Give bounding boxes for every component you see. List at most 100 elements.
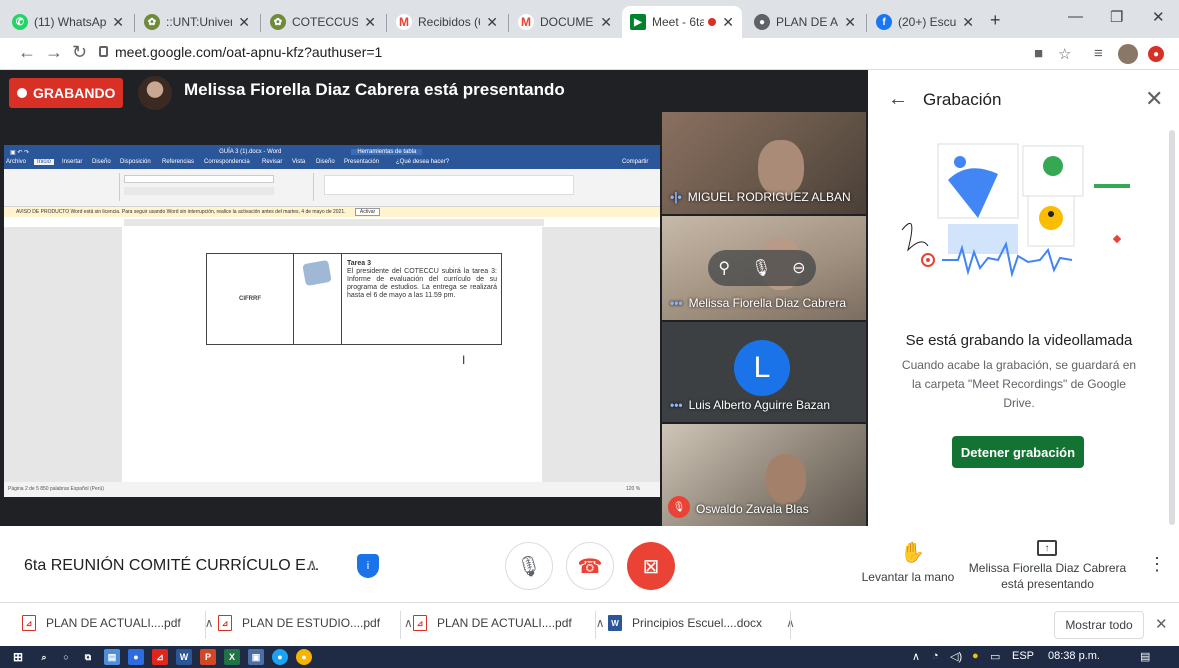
participant-tile[interactable]: L ••• Luis Alberto Aguirre Bazan (662, 322, 866, 422)
more-options-icon[interactable]: ⋮ (1148, 554, 1166, 575)
close-icon[interactable]: ✕ (486, 14, 498, 31)
raise-hand-label[interactable]: Levantar la mano (858, 570, 958, 584)
media-control-icon[interactable]: ≡ (1094, 45, 1103, 62)
url-field[interactable]: meet.google.com/oat-apnu-kfz?authuser=1 (115, 44, 382, 60)
close-icon[interactable]: ✕ (600, 14, 612, 31)
shield-icon[interactable]: i (357, 554, 379, 578)
back-arrow-icon[interactable]: ← (888, 88, 908, 111)
download-item[interactable]: ⊿ PLAN DE ACTUALI....pdf ∧ (22, 615, 214, 631)
browser-tab[interactable]: M DOCUMENTO ✕ (510, 6, 620, 38)
browser-tab[interactable]: ✿ COTECCUS 20. ✕ (262, 6, 384, 38)
windows-start-icon[interactable]: ⊞ (10, 649, 26, 665)
display-icon[interactable]: ▭ (990, 650, 1000, 663)
browser-tab[interactable]: ✆ (11) WhatsApp ✕ (4, 6, 132, 38)
download-item[interactable]: W Principios Escuel....docx ∧ (608, 615, 795, 631)
presenting-label[interactable]: Melissa Fiorella Diaz Cabrera está prese… (965, 560, 1130, 592)
show-all-button[interactable]: Mostrar todo (1054, 611, 1144, 639)
text-cursor-icon: I (462, 353, 466, 367)
download-item[interactable]: ⊿ PLAN DE ESTUDIO....pdf ∧ (218, 615, 413, 631)
search-icon[interactable]: ⌕ (36, 649, 52, 665)
tab-divider (134, 14, 135, 32)
close-icon[interactable]: ✕ (962, 14, 974, 31)
camera-icon[interactable]: ■ (1034, 45, 1043, 62)
participant-name: •|• MIGUEL RODRIGUEZ ALBAN (670, 190, 851, 204)
new-tab-button[interactable]: + (990, 10, 1001, 31)
close-icon[interactable]: ✕ (1145, 86, 1163, 112)
powerpoint-app-icon[interactable]: P (200, 649, 216, 665)
participant-tile[interactable]: 🎙︎ Oswaldo Zavala Blas (662, 424, 866, 526)
volume-icon[interactable]: ◁) (950, 650, 962, 663)
chevron-up-icon[interactable]: ∧ (205, 616, 214, 630)
microphone-button[interactable]: 🎙︎ (505, 542, 553, 590)
back-icon[interactable]: ← (18, 42, 36, 63)
word-table-cell (294, 254, 342, 344)
chat-app-icon[interactable]: ● (128, 649, 144, 665)
participant-tile[interactable]: ⚲ 🎙︎ ⊖ ••• Melissa Fiorella Diaz Cabrera (662, 216, 866, 320)
word-app-icon[interactable]: W (176, 649, 192, 665)
close-window-icon[interactable]: ✕ (1152, 8, 1165, 26)
download-item[interactable]: ⊿ PLAN DE ACTUALI....pdf ∧ (413, 615, 605, 631)
panel-heading: Se está grabando la videollamada (905, 332, 1133, 349)
leave-call-button[interactable]: ☎ (566, 542, 614, 590)
pin-icon[interactable]: ⚲ (718, 258, 730, 278)
participant-tile[interactable]: •|• MIGUEL RODRIGUEZ ALBAN (662, 112, 866, 214)
screen: ✆ (11) WhatsApp ✕ ✿ ::UNT:Universi ✕ ✿ C… (0, 0, 1179, 668)
pdf-reader-icon[interactable]: ⊿ (152, 649, 168, 665)
gmail-icon: M (396, 14, 412, 30)
file-explorer-icon[interactable]: ▤ (104, 649, 120, 665)
action-center-icon[interactable]: ▤ (1140, 650, 1150, 663)
close-icon[interactable]: ✕ (238, 14, 250, 31)
chevron-up-icon[interactable]: ∧ (404, 616, 413, 630)
chrome-app-icon[interactable]: ● (296, 649, 312, 665)
task-view-icon[interactable]: ⧉ (80, 649, 96, 665)
notification-app-icon[interactable]: ● (972, 650, 979, 662)
mic-off-icon: 🎙︎ (668, 496, 690, 518)
chevron-up-icon[interactable]: ∧ (596, 616, 605, 630)
minimize-icon[interactable]: — (1068, 8, 1083, 25)
close-icon[interactable]: ✕ (722, 14, 734, 31)
presenter-avatar (138, 76, 172, 110)
extension-icon[interactable]: ● (1148, 46, 1164, 62)
remove-icon[interactable]: ⊖ (792, 258, 805, 278)
bookmark-star-icon[interactable]: ☆ (1058, 45, 1071, 63)
unt-icon: ✿ (144, 14, 160, 30)
meet-icon: ▶ (630, 14, 646, 30)
browser-tab[interactable]: ● PLAN DE ACTU ✕ (746, 6, 864, 38)
chrome-app-icon[interactable]: ● (272, 649, 288, 665)
excel-app-icon[interactable]: X (224, 649, 240, 665)
close-icon[interactable]: ✕ (112, 14, 124, 31)
recording-panel: ← Grabación ✕ Se está grabando la videol… (868, 70, 1179, 530)
browser-tab-strip: ✆ (11) WhatsApp ✕ ✿ ::UNT:Universi ✕ ✿ C… (0, 0, 1179, 38)
language-indicator[interactable]: ESP (1012, 650, 1034, 662)
raise-hand-icon[interactable]: ✋ (900, 540, 925, 565)
close-icon[interactable]: ✕ (1155, 615, 1168, 633)
word-canvas: CIFRRF Tarea 3 El presidente del COTECCU… (4, 227, 660, 482)
download-filename: Principios Escuel....docx (632, 616, 763, 630)
stop-recording-button[interactable]: Detener grabación (952, 436, 1084, 468)
cortana-icon[interactable]: ○ (58, 649, 74, 665)
close-icon[interactable]: ✕ (844, 14, 856, 31)
browser-tab-active[interactable]: ▶ Meet - 6ta ✕ (622, 6, 742, 38)
browser-tab[interactable]: f (20+) Escuela ✕ (868, 6, 982, 38)
forward-icon[interactable]: → (45, 42, 63, 63)
browser-tab[interactable]: M Recibidos (686 ✕ (388, 6, 506, 38)
pdf-file-icon: ⊿ (218, 615, 232, 631)
network-icon[interactable]: ◔ (932, 650, 939, 662)
present-screen-icon[interactable]: ↑ (1037, 540, 1057, 556)
reload-icon[interactable]: ↻ (72, 42, 87, 63)
chevron-up-icon[interactable]: ∧ (306, 555, 318, 575)
tray-chevron-icon[interactable]: ∧ (912, 650, 920, 663)
lock-icon[interactable] (99, 46, 108, 57)
photos-app-icon[interactable]: ▣ (248, 649, 264, 665)
browser-tab[interactable]: ✿ ::UNT:Universi ✕ (136, 6, 258, 38)
audio-indicator-icon: •|• (670, 190, 682, 204)
close-icon[interactable]: ✕ (364, 14, 376, 31)
camera-off-button[interactable]: ⊠ (627, 542, 675, 590)
panel-scrollbar[interactable] (1169, 130, 1175, 525)
meeting-title[interactable]: 6ta REUNIÓN COMITÉ CURRÍCULO E... (24, 557, 319, 575)
restore-icon[interactable]: ❐ (1110, 8, 1123, 26)
mic-icon[interactable]: 🎙︎ (751, 258, 771, 278)
clock[interactable]: 08:38 p.m. (1048, 650, 1100, 662)
pdf-file-icon: ⊿ (22, 615, 36, 631)
profile-avatar[interactable] (1118, 44, 1138, 64)
